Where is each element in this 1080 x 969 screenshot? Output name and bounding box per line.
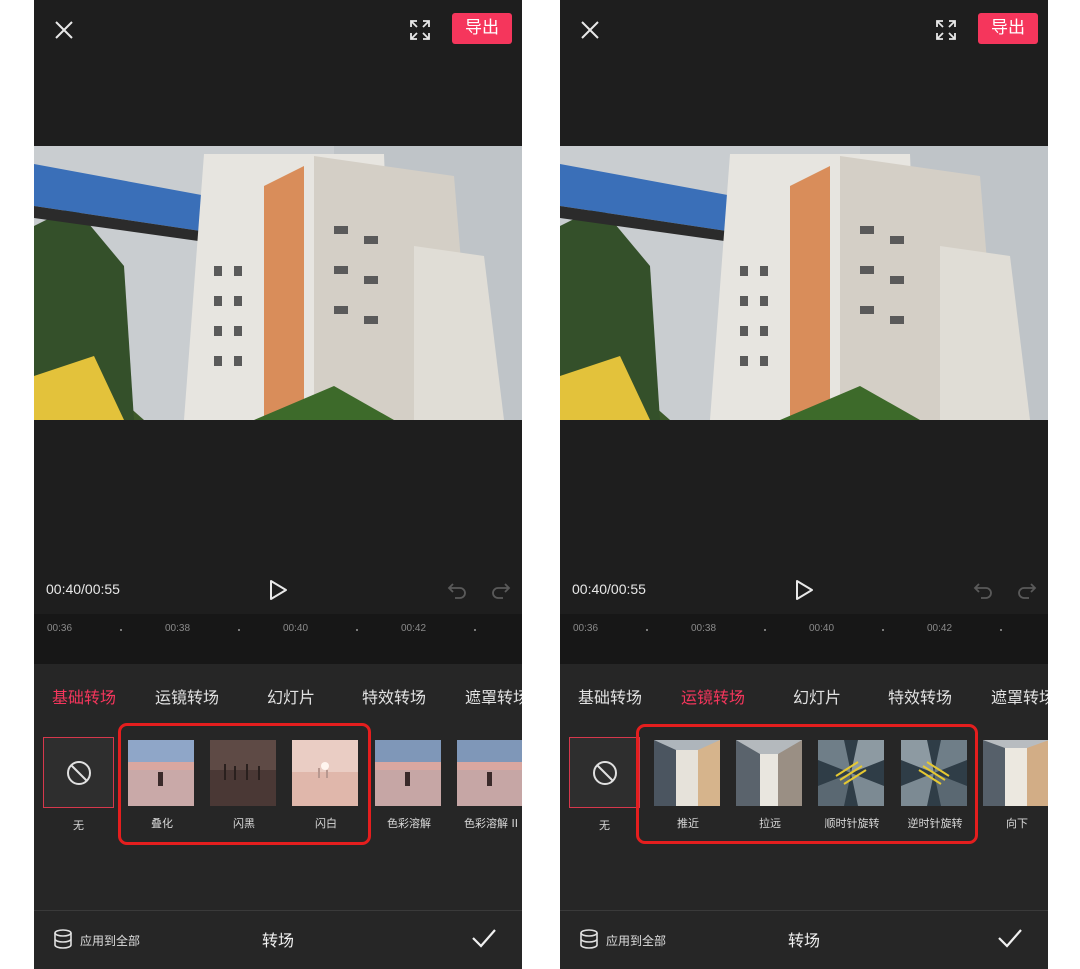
transition-thumbnail xyxy=(983,740,1048,806)
tick-dot xyxy=(238,629,240,631)
tick-label: 00:42 xyxy=(927,623,953,634)
tab-effects[interactable]: 特效转场 xyxy=(888,684,952,708)
tab-slideshow[interactable]: 幻灯片 xyxy=(267,684,315,708)
check-icon[interactable] xyxy=(996,926,1024,950)
no-transition-button[interactable] xyxy=(569,737,640,808)
video-preview xyxy=(34,146,522,420)
close-icon[interactable] xyxy=(52,18,76,42)
transition-thumbnail xyxy=(457,740,522,806)
transition-label: 向下 xyxy=(1006,817,1028,830)
transition-label: 色彩溶解 xyxy=(387,817,431,830)
check-icon[interactable] xyxy=(470,926,498,950)
tab-basic[interactable]: 基础转场 xyxy=(578,684,642,708)
phone-screen-right: 导出 00:40/00:55 00:36 00:38 00:40 00:42 基… xyxy=(560,0,1048,969)
highlight-box xyxy=(118,723,371,845)
tick-dot xyxy=(120,629,122,631)
time-display: 00:40/00:55 xyxy=(572,581,646,597)
phone-screen-left: 导出 00:40/00:55 00:36 00:38 00:40 00:42 基… xyxy=(34,0,522,969)
tick-label: 00:38 xyxy=(165,623,191,634)
panel-title: 转场 xyxy=(261,931,294,950)
bottom-bar: 应用到全部 转场 xyxy=(560,910,1048,969)
timeline-ruler[interactable]: 00:36 00:38 00:40 00:42 xyxy=(560,614,1048,664)
timeline-ruler[interactable]: 00:36 00:38 00:40 00:42 xyxy=(34,614,522,664)
tab-basic[interactable]: 基础转场 xyxy=(52,684,116,708)
category-tabs: 基础转场 运镜转场 幻灯片 特效转场 遮罩转场 xyxy=(34,684,522,708)
fullscreen-icon[interactable] xyxy=(408,18,432,42)
transition-item[interactable]: 向下 xyxy=(983,740,1048,831)
video-preview xyxy=(560,146,1048,420)
redo-icon[interactable] xyxy=(1016,581,1038,601)
redo-icon[interactable] xyxy=(490,581,512,601)
export-button[interactable]: 导出 xyxy=(452,13,512,44)
transition-thumbnail xyxy=(375,740,441,806)
time-display: 00:40/00:55 xyxy=(46,581,120,597)
no-transition-button[interactable] xyxy=(43,737,114,808)
transition-item[interactable]: 色彩溶解 xyxy=(375,740,443,831)
none-icon xyxy=(593,761,617,785)
tick-dot xyxy=(356,629,358,631)
transition-label: 色彩溶解 II xyxy=(464,817,518,830)
no-transition-label: 无 xyxy=(599,819,610,832)
top-bar: 导出 xyxy=(34,0,522,60)
transition-item[interactable]: 色彩溶解 II xyxy=(457,740,522,831)
tick-dot xyxy=(1000,629,1002,631)
none-icon xyxy=(67,761,91,785)
tab-effects[interactable]: 特效转场 xyxy=(362,684,426,708)
undo-icon[interactable] xyxy=(446,581,468,601)
tick-dot xyxy=(646,629,648,631)
panel-title: 转场 xyxy=(787,931,820,950)
tab-slideshow[interactable]: 幻灯片 xyxy=(793,684,841,708)
tick-label: 00:36 xyxy=(47,623,73,634)
no-transition-label: 无 xyxy=(73,819,84,832)
bottom-bar: 应用到全部 转场 xyxy=(34,910,522,969)
tab-mask[interactable]: 遮罩转场 xyxy=(465,684,522,708)
tick-label: 00:40 xyxy=(283,623,309,634)
undo-icon[interactable] xyxy=(972,581,994,601)
tick-dot xyxy=(764,629,766,631)
tick-dot xyxy=(474,629,476,631)
tick-label: 00:40 xyxy=(809,623,835,634)
tick-dot xyxy=(882,629,884,631)
fullscreen-icon[interactable] xyxy=(934,18,958,42)
tick-label: 00:36 xyxy=(573,623,599,634)
tab-camera[interactable]: 运镜转场 xyxy=(681,684,745,708)
tab-mask[interactable]: 遮罩转场 xyxy=(991,684,1048,708)
play-icon[interactable] xyxy=(267,578,289,602)
export-button[interactable]: 导出 xyxy=(978,13,1038,44)
close-icon[interactable] xyxy=(578,18,602,42)
tab-camera[interactable]: 运镜转场 xyxy=(155,684,219,708)
category-tabs: 基础转场 运镜转场 幻灯片 特效转场 遮罩转场 xyxy=(560,684,1048,708)
tick-label: 00:38 xyxy=(691,623,717,634)
top-bar: 导出 xyxy=(560,0,1048,60)
highlight-box xyxy=(636,724,978,844)
play-icon[interactable] xyxy=(793,578,815,602)
tick-label: 00:42 xyxy=(401,623,427,634)
